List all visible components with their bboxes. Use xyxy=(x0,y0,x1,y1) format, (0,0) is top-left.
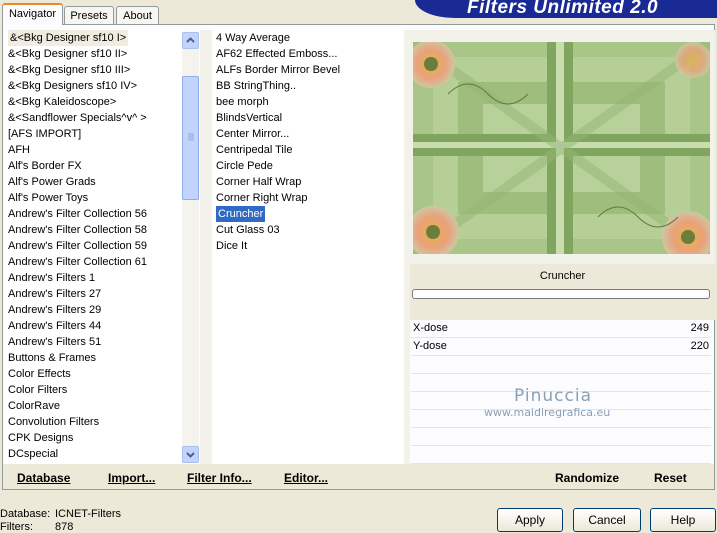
category-item[interactable]: Color Filters xyxy=(8,382,67,398)
editor-link[interactable]: Editor... xyxy=(284,471,328,485)
category-item[interactable]: AFH xyxy=(8,142,30,158)
category-item[interactable]: Alf's Power Toys xyxy=(8,190,88,206)
category-item[interactable]: Andrew's Filter Collection 56 xyxy=(8,206,147,222)
category-item[interactable]: &<Bkg Designers sf10 IV> xyxy=(8,78,137,94)
category-item[interactable]: Andrew's Filters 29 xyxy=(8,302,101,318)
scroll-up-button[interactable] xyxy=(182,32,199,49)
filter-item[interactable]: BlindsVertical xyxy=(216,110,282,126)
filter-item[interactable]: AF62 Effected Emboss... xyxy=(216,46,337,62)
category-item[interactable]: Alf's Power Grads xyxy=(8,174,96,190)
chevron-up-icon xyxy=(186,37,195,43)
category-item[interactable]: &<Bkg Designer sf10 III> xyxy=(8,62,130,78)
preview-image xyxy=(413,42,710,254)
category-item[interactable]: Andrew's Filter Collection 61 xyxy=(8,254,147,270)
param-row-empty xyxy=(411,428,711,446)
status-database-label: Database: xyxy=(0,508,51,520)
category-item[interactable]: [AFS IMPORT] xyxy=(8,126,81,142)
param-row-x-dose[interactable]: X-dose 249 xyxy=(411,320,711,338)
scroll-down-button[interactable] xyxy=(182,446,199,463)
database-link[interactable]: Database xyxy=(17,471,70,485)
category-scrollbar[interactable] xyxy=(182,32,199,463)
grip-icon xyxy=(188,133,194,141)
filter-item[interactable]: ALFs Border Mirror Bevel xyxy=(216,62,340,78)
filter-item[interactable]: Cut Glass 03 xyxy=(216,222,280,238)
tab-navigator[interactable]: Navigator xyxy=(2,3,63,25)
category-item[interactable]: Andrew's Filters 44 xyxy=(8,318,101,334)
param-row-empty xyxy=(411,356,711,374)
param-label: X-dose xyxy=(413,322,448,334)
category-item[interactable]: &<Bkg Designer sf10 II> xyxy=(8,46,127,62)
filter-item[interactable]: Dice It xyxy=(216,238,247,254)
category-item[interactable]: Buttons & Frames xyxy=(8,350,96,366)
cancel-button[interactable]: Cancel xyxy=(573,508,641,532)
category-item[interactable]: Alf's Border FX xyxy=(8,158,82,174)
param-value: 249 xyxy=(690,322,709,334)
watermark-url: www.maidiregrafica.eu xyxy=(484,406,611,419)
filter-item[interactable]: Cruncher xyxy=(216,206,266,222)
status-filters-value: 878 xyxy=(55,521,74,533)
scroll-thumb[interactable] xyxy=(182,76,199,200)
progress-bar xyxy=(412,289,710,299)
status-filters-label: Filters: xyxy=(0,521,33,533)
param-value: 220 xyxy=(690,340,709,352)
tab-presets[interactable]: Presets xyxy=(64,6,114,24)
category-item[interactable]: CPK Designs xyxy=(8,430,73,446)
param-row-empty xyxy=(411,446,711,464)
category-item[interactable]: Andrew's Filter Collection 58 xyxy=(8,222,147,238)
filter-list[interactable]: 4 Way Average AF62 Effected Emboss... ALFs… xyxy=(212,30,404,464)
selected-filter-title: Cruncher xyxy=(539,270,586,282)
app-title: Filters Unlimited 2.0 xyxy=(467,0,659,18)
category-item[interactable]: Convolution Filters xyxy=(8,414,99,430)
filter-item[interactable]: 4 Way Average xyxy=(216,30,290,46)
param-row-y-dose[interactable]: Y-dose 220 xyxy=(411,338,711,356)
category-item[interactable]: Andrew's Filter Collection 59 xyxy=(8,238,147,254)
category-item[interactable]: &<Sandflower Specials^v^ > xyxy=(8,110,147,126)
filter-info-link[interactable]: Filter Info... xyxy=(187,471,252,485)
filter-item[interactable]: bee morph xyxy=(216,94,269,110)
tab-about[interactable]: About xyxy=(116,6,159,24)
watermark-name: Pinuccia xyxy=(514,386,592,406)
category-item[interactable]: Andrew's Filters 1 xyxy=(8,270,95,286)
divider-left xyxy=(200,30,212,464)
chevron-down-icon xyxy=(186,452,195,458)
help-button[interactable]: Help xyxy=(650,508,716,532)
category-item[interactable]: &<Bkg Designer sf10 I> xyxy=(8,30,129,46)
import-link[interactable]: Import... xyxy=(108,471,155,485)
param-label: Y-dose xyxy=(413,340,447,352)
title-banner: Filters Unlimited 2.0 xyxy=(415,0,717,18)
filter-item[interactable]: Centripedal Tile xyxy=(216,142,292,158)
category-item[interactable]: &<Bkg Kaleidoscope> xyxy=(8,94,116,110)
category-item[interactable]: Color Effects xyxy=(8,366,71,382)
filter-item[interactable]: Center Mirror... xyxy=(216,126,289,142)
reset-link[interactable]: Reset xyxy=(654,471,687,485)
category-item[interactable]: DCspecial xyxy=(8,446,58,462)
apply-button[interactable]: Apply xyxy=(497,508,563,532)
filter-item[interactable]: Corner Half Wrap xyxy=(216,174,301,190)
status-database-value: ICNET-Filters xyxy=(55,508,121,520)
category-item[interactable]: ColorRave xyxy=(8,398,60,414)
category-list[interactable]: &<Bkg Designer sf10 I> &<Bkg Designer sf1… xyxy=(4,30,182,464)
filter-item[interactable]: BB StringThing.. xyxy=(216,78,296,94)
randomize-link[interactable]: Randomize xyxy=(555,471,619,485)
filter-item[interactable]: Circle Pede xyxy=(216,158,273,174)
category-item[interactable]: Andrew's Filters 27 xyxy=(8,286,101,302)
filter-item[interactable]: Corner Right Wrap xyxy=(216,190,308,206)
category-item[interactable]: Andrew's Filters 51 xyxy=(8,334,101,350)
